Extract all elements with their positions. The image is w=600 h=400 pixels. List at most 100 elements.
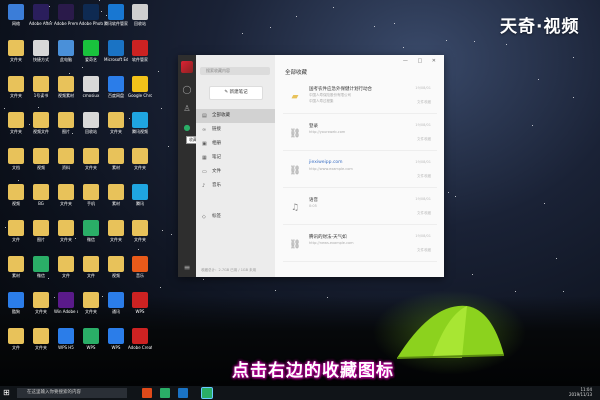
desktop-icon[interactable]: 图片 (54, 112, 78, 134)
star (563, 290, 565, 292)
desktop-icon[interactable]: cmosiux (79, 76, 103, 98)
desktop-icon[interactable]: 视频 (104, 256, 128, 278)
desktop-icon[interactable]: 文件夹 (104, 112, 128, 134)
desktop-icon[interactable]: WPS H5 (54, 328, 78, 350)
desktop-icon[interactable]: BG (29, 184, 53, 206)
sidebar-item[interactable]: ▤ 全部收藏 (196, 109, 275, 123)
chat-icon[interactable]: ◯ (182, 85, 192, 95)
desktop-icon[interactable]: 百度网盘 (104, 76, 128, 98)
desktop-icon[interactable]: 文件夹 (29, 328, 53, 350)
app-icon (33, 328, 49, 344)
desktop-icon[interactable]: 文档 (4, 148, 28, 170)
sidebar-item[interactable]: ▦ 笔记 (196, 151, 275, 165)
desktop-icon[interactable]: 视频 (4, 184, 28, 206)
desktop-icon[interactable]: Win Adobe cc 2019 (54, 292, 78, 314)
sidebar-item[interactable]: ▭ 文件 (196, 165, 275, 179)
desktop-icon[interactable]: WPS (79, 328, 103, 350)
desktop-icon[interactable]: 回收站 (128, 4, 152, 26)
desktop-icon[interactable]: 微信 (79, 220, 103, 242)
desktop-icon[interactable]: 视频文件 (29, 112, 53, 134)
desktop-icon[interactable]: 网络 (4, 4, 28, 26)
desktop-icon[interactable]: 文件夹 (4, 76, 28, 98)
desktop-icon[interactable]: 文件 (4, 328, 28, 350)
desktop-icon-label: 文件夹 (85, 309, 97, 314)
desktop-icon[interactable]: 文件夹 (54, 220, 78, 242)
menu-icon[interactable]: ≡ (182, 263, 192, 273)
desktop-icon[interactable]: 手机 (79, 184, 103, 206)
desktop-icon[interactable]: 文件夹 (54, 184, 78, 206)
desktop-icon[interactable]: WPS (104, 328, 128, 350)
app-icon (8, 292, 24, 308)
desktop-icon[interactable]: 文件 (79, 256, 103, 278)
new-note-button[interactable]: ✎ 新建笔记 (209, 86, 263, 100)
favorite-item[interactable]: ♫ 语音 0:05 19/08/01 文件收藏 (283, 192, 437, 225)
desktop-icon-label: 通讯 (112, 309, 120, 314)
desktop-icon[interactable]: 素材 (4, 256, 28, 278)
taskbar-app-icon[interactable] (142, 388, 152, 398)
desktop-icon-label: WPS (135, 309, 145, 314)
desktop-icon[interactable]: 文件夹 (104, 220, 128, 242)
desktop-icon[interactable]: 文件夹 (4, 40, 28, 62)
desktop-icon[interactable]: Adobe Creati... (128, 328, 152, 350)
desktop-icon-label: cmosiux (82, 93, 100, 98)
star (332, 7, 334, 9)
desktop-icon[interactable]: 文件夹 (29, 292, 53, 314)
avatar[interactable] (181, 61, 193, 73)
desktop-icon[interactable]: 腾讯视频 (128, 112, 152, 134)
desktop-icon[interactable]: Adobe Premiere Pro... (54, 4, 78, 26)
desktop-icon[interactable]: 素材 (104, 148, 128, 170)
contacts-icon[interactable]: ♙ (182, 104, 192, 114)
desktop-icon[interactable]: 视频素材 (54, 76, 78, 98)
favorite-item[interactable]: ⛓ 登录 http://yoursweb.com 19/08/01 文件收藏 (283, 118, 437, 151)
taskbar-search-input[interactable]: 在这里输入你要搜索的内容 (17, 388, 127, 398)
favorites-icon[interactable]: ● (182, 123, 192, 133)
sidebar-item[interactable]: ◇ 标签 (196, 210, 275, 224)
taskbar-wechat-icon[interactable] (201, 387, 213, 399)
desktop-icon-label: 音乐 (136, 273, 144, 278)
desktop-icon-label: Adobe Premiere Pro... (54, 21, 78, 26)
desktop-icon[interactable]: 文件 (54, 256, 78, 278)
desktop-icon[interactable]: 资料 (54, 148, 78, 170)
favorite-item[interactable]: ⛓ 腾讯的财法-天气如 http://news.example.com 19/08/0… (283, 229, 437, 262)
desktop-icon[interactable]: 素材 (104, 184, 128, 206)
desktop-icon[interactable]: 文件夹 (128, 148, 152, 170)
desktop-icon[interactable]: 此电脑 (54, 40, 78, 62)
desktop-icon[interactable]: 快捷方式 (29, 40, 53, 62)
desktop-icon[interactable]: 腾讯软件管家 (104, 4, 128, 26)
favorite-source: 中国人寿过程集 (309, 99, 334, 103)
desktop-icon[interactable]: Microsoft Edge (104, 40, 128, 62)
desktop-icon[interactable]: 文件 (4, 220, 28, 242)
desktop-icon[interactable]: 图片 (29, 220, 53, 242)
desktop-icon[interactable]: 音乐 (128, 256, 152, 278)
sidebar-item[interactable]: ♪ 音乐 (196, 179, 275, 193)
favorite-item[interactable]: ⛓ jiexiweipp.com http://www.example.com 19/… (283, 155, 437, 188)
desktop-icon[interactable]: 软件管家 (128, 40, 152, 62)
desktop-icon[interactable]: Adobe After Effects CC 2019 (29, 4, 53, 26)
desktop-icon[interactable]: 爱奇艺 (79, 40, 103, 62)
window-controls[interactable]: — □ ✕ (403, 58, 440, 64)
desktop-icon[interactable]: 文件夹 (128, 220, 152, 242)
desktop-icon[interactable]: 视频 (29, 148, 53, 170)
app-icon (8, 184, 24, 200)
desktop-icon[interactable]: 酷狗 (4, 292, 28, 314)
desktop-icon[interactable]: Adobe Photosh... (79, 4, 103, 26)
desktop-icon[interactable]: Google Chrome (128, 76, 152, 98)
desktop-icon[interactable]: WPS (128, 292, 152, 314)
desktop-icon[interactable]: 通讯 (104, 292, 128, 314)
search-input[interactable]: 搜索收藏内容 (200, 67, 270, 75)
desktop-icon[interactable]: 1号读书 (29, 76, 53, 98)
sidebar-item[interactable]: ∞ 链接 (196, 123, 275, 137)
desktop-icon[interactable]: 文件夹 (4, 112, 28, 134)
desktop-icon[interactable]: 回收站 (79, 112, 103, 134)
sidebar-item[interactable]: ▣ 相册 (196, 137, 275, 151)
desktop-icon[interactable]: 微信 (29, 256, 53, 278)
desktop-icon[interactable]: 文件夹 (79, 292, 103, 314)
favorite-subtitle: http://yoursweb.com (309, 130, 346, 134)
desktop-icon[interactable]: 文件夹 (79, 148, 103, 170)
favorite-item[interactable]: ▰ 国考农件应急外保健计划行动合 中国人寿保险股份有限公司 中国人寿过程集 19/08/… (283, 81, 437, 114)
taskbar-app-icon[interactable] (178, 388, 188, 398)
taskbar-app-icon[interactable] (160, 388, 170, 398)
desktop-icon[interactable]: 腾讯 (128, 184, 152, 206)
system-clock: 11:04 2019/11/13 (569, 387, 592, 397)
windows-start-icon[interactable]: ⊞ (3, 389, 10, 397)
